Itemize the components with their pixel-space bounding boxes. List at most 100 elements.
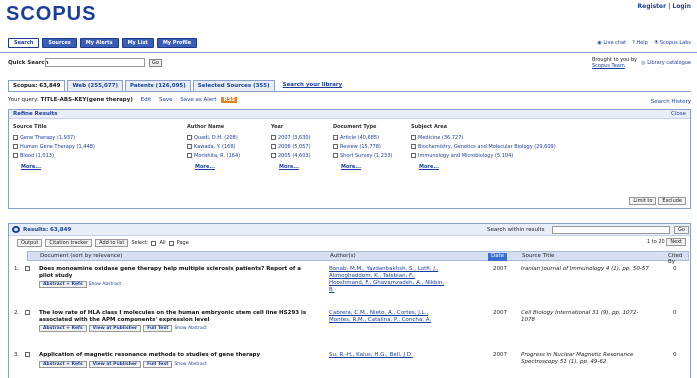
- checkbox[interactable]: [411, 153, 416, 158]
- refine-option[interactable]: Immunology and Microbiology (5,104): [411, 151, 611, 160]
- abstract-refs-button[interactable]: Abstract + Refs: [39, 361, 87, 368]
- result-checkbox[interactable]: [25, 266, 30, 271]
- show-abstract-link[interactable]: Show Abstract: [174, 326, 206, 331]
- refine-option[interactable]: Kawada, Y. (168): [187, 142, 267, 151]
- refine-option[interactable]: 2005 (4,603): [271, 151, 329, 160]
- nav-search[interactable]: Search: [8, 38, 40, 48]
- checkbox[interactable]: [187, 135, 192, 140]
- result-cited-by: 0: [673, 266, 677, 272]
- brought-by-line2[interactable]: Scopus Team: [592, 63, 637, 69]
- scopus-labs-link[interactable]: ⚗ Scopus Labs: [654, 40, 691, 46]
- search-history-link[interactable]: Search History: [651, 99, 691, 105]
- sort-source-header[interactable]: Source Title: [522, 253, 554, 259]
- select-page-checkbox[interactable]: [168, 240, 174, 246]
- refine-option[interactable]: Article (40,685): [333, 133, 407, 142]
- result-number: 1.: [14, 266, 20, 272]
- checkbox[interactable]: [333, 144, 338, 149]
- refine-option[interactable]: Morishita, R. (164): [187, 151, 267, 160]
- limit-to-button[interactable]: Limit to: [629, 197, 657, 205]
- search-your-library-link[interactable]: Search your library: [283, 80, 343, 91]
- result-title[interactable]: The low rate of HLA class I molecules on…: [39, 310, 311, 324]
- checkbox[interactable]: [187, 153, 192, 158]
- result-authors[interactable]: Bonab, M.M., Yazdanbakhsh, S., Lotfi, J.…: [329, 266, 449, 294]
- show-abstract-link[interactable]: Show Abstract: [174, 362, 206, 367]
- checkbox[interactable]: [411, 135, 416, 140]
- quick-search-input[interactable]: [45, 58, 145, 67]
- checkbox[interactable]: [333, 153, 338, 158]
- live-chat-link[interactable]: ◉ Live chat: [597, 40, 626, 46]
- refine-option[interactable]: 2006 (5,057): [271, 142, 329, 151]
- next-page-button[interactable]: Next: [666, 238, 686, 246]
- result-checkbox[interactable]: [25, 352, 30, 357]
- tab-web[interactable]: Web (255,077): [67, 80, 123, 91]
- full-text-button[interactable]: Full Text: [143, 361, 173, 368]
- tab-patents[interactable]: Patents (126,095): [125, 80, 191, 91]
- library-catalogue-link[interactable]: ◎ Library catalogue: [641, 60, 691, 66]
- sort-cited-header[interactable]: Cited By: [668, 253, 688, 265]
- refine-more-link[interactable]: More...: [195, 164, 267, 170]
- tab-scopus[interactable]: Scopus: 63,849: [8, 80, 66, 91]
- result-authors[interactable]: Cabrera, C.M., Nieto, A., Cortes, J.L., …: [329, 310, 449, 324]
- scopus-logo[interactable]: SCOPUS: [6, 3, 96, 26]
- add-to-list-button[interactable]: Add to list: [95, 239, 129, 247]
- result-title[interactable]: Does monoamine oxidase gene therapy help…: [39, 266, 311, 280]
- sort-date-header[interactable]: Date: [488, 253, 508, 261]
- refine-option[interactable]: 2007 (3,630): [271, 133, 329, 142]
- full-text-button[interactable]: Full Text: [143, 325, 173, 332]
- help-link[interactable]: ? Help: [632, 40, 648, 46]
- checkbox[interactable]: [271, 153, 276, 158]
- refine-option[interactable]: Quadi, D.H. (208): [187, 133, 267, 142]
- exclude-button[interactable]: Exclude: [658, 197, 686, 205]
- checkbox[interactable]: [13, 153, 18, 158]
- abstract-refs-button[interactable]: Abstract + Refs: [39, 281, 87, 288]
- checkbox[interactable]: [13, 144, 18, 149]
- select-all-checkbox[interactable]: [151, 240, 157, 246]
- login-link[interactable]: Login: [672, 3, 691, 10]
- abstract-refs-button[interactable]: Abstract + Refs: [39, 325, 87, 332]
- view-at-publisher-button[interactable]: View at Publisher: [88, 361, 142, 368]
- save-as-alert-link[interactable]: Save as Alert: [180, 97, 216, 103]
- show-abstract-link[interactable]: Show Abstract: [89, 282, 121, 287]
- refine-option[interactable]: Short Survey (1,233): [333, 151, 407, 160]
- citation-tracker-button[interactable]: Citation tracker: [45, 239, 93, 247]
- refine-more-link[interactable]: More...: [21, 164, 183, 170]
- checkbox[interactable]: [13, 135, 18, 140]
- refine-results-header: Refine Results Close: [9, 110, 690, 119]
- search-within-go-button[interactable]: Go: [674, 226, 689, 234]
- refine-option[interactable]: Review (15,778): [333, 142, 407, 151]
- refine-option[interactable]: Medicine (36,727): [411, 133, 611, 142]
- quick-search-go-button[interactable]: Go: [149, 59, 162, 67]
- refine-more-link[interactable]: More...: [341, 164, 407, 170]
- checkbox[interactable]: [333, 135, 338, 140]
- nav-my-list[interactable]: My List: [121, 38, 154, 48]
- refine-option[interactable]: Blood (1,013): [13, 151, 183, 160]
- nav-sources[interactable]: Sources: [42, 38, 77, 48]
- result-checkbox[interactable]: [25, 310, 30, 315]
- edit-query-link[interactable]: Edit: [141, 97, 152, 103]
- output-button[interactable]: Output: [17, 239, 43, 247]
- refine-close-link[interactable]: Close: [671, 111, 686, 117]
- checkbox[interactable]: [187, 144, 192, 149]
- checkbox[interactable]: [271, 144, 276, 149]
- refine-more-link[interactable]: More...: [279, 164, 329, 170]
- checkbox[interactable]: [411, 144, 416, 149]
- nav-my-alerts[interactable]: My Alerts: [79, 38, 119, 48]
- checkbox[interactable]: [271, 135, 276, 140]
- sort-document-header[interactable]: Document (sort by relevance): [40, 253, 122, 259]
- rss-icon[interactable]: RSS: [221, 97, 238, 103]
- refine-option[interactable]: Human Gene Therapy (1,448): [13, 142, 183, 151]
- register-link[interactable]: Register: [638, 3, 667, 10]
- refine-option[interactable]: Gene Therapy (1,937): [13, 133, 183, 142]
- result-authors[interactable]: Su, R.-H., Kalus, H.G., Bell, J.D.: [329, 352, 449, 359]
- result-source: Iranian Journal of Immunology 4 (1), pp.…: [521, 266, 649, 272]
- sort-authors-header[interactable]: Author(s): [330, 253, 356, 259]
- result-title[interactable]: Application of magnetic resonance method…: [39, 352, 311, 359]
- save-query-link[interactable]: Save: [159, 97, 173, 103]
- search-within-input[interactable]: [552, 226, 670, 234]
- refine-more-link[interactable]: More...: [419, 164, 611, 170]
- view-at-publisher-button[interactable]: View at Publisher: [88, 325, 142, 332]
- tab-selected-sources[interactable]: Selected Sources (355): [192, 80, 275, 91]
- nav-my-profile[interactable]: My Profile: [156, 38, 198, 48]
- library-catalogue-label: Library catalogue: [647, 60, 691, 66]
- refine-option[interactable]: Biochemistry, Genetics and Molecular Bio…: [411, 142, 611, 151]
